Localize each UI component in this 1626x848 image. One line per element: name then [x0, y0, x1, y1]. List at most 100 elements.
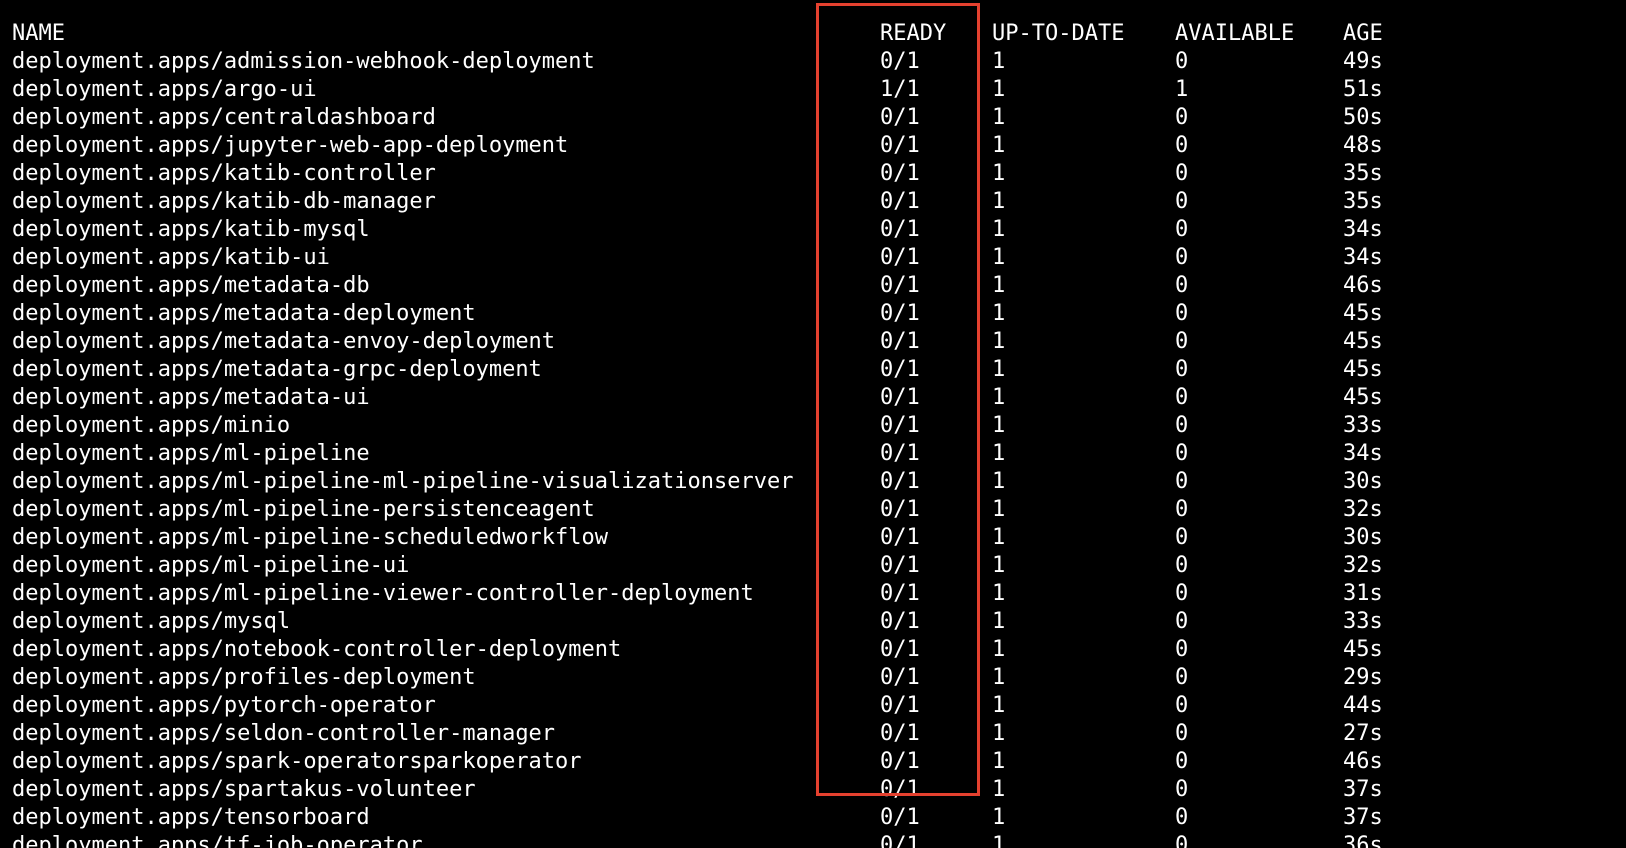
cell-ready: 0/1: [880, 749, 920, 774]
cell-up-to-date: 1: [992, 833, 1006, 848]
cell-ready: 0/1: [880, 441, 920, 466]
cell-ready: 0/1: [880, 357, 920, 382]
cell-up-to-date: 1: [992, 49, 1006, 74]
cell-age: 30s: [1343, 525, 1383, 550]
cell-ready: 0/1: [880, 609, 920, 634]
cell-up-to-date: 1: [992, 189, 1006, 214]
cell-ready: 0/1: [880, 497, 920, 522]
cell-name: deployment.apps/katib-controller: [12, 161, 436, 186]
cell-up-to-date: 1: [992, 77, 1006, 102]
cell-available: 0: [1175, 301, 1189, 326]
column-header-available: AVAILABLE: [1175, 21, 1295, 46]
cell-available: 0: [1175, 833, 1189, 848]
cell-available: 0: [1175, 133, 1189, 158]
cell-name: deployment.apps/seldon-controller-manage…: [12, 721, 556, 746]
cell-available: 0: [1175, 525, 1189, 550]
cell-available: 0: [1175, 105, 1189, 130]
cell-ready: 0/1: [880, 777, 920, 802]
cell-name: deployment.apps/tensorboard: [12, 805, 370, 830]
table-row: deployment.apps/ml-pipeline-persistencea…: [0, 496, 1626, 524]
cell-up-to-date: 1: [992, 609, 1006, 634]
cell-up-to-date: 1: [992, 665, 1006, 690]
cell-ready: 0/1: [880, 413, 920, 438]
cell-name: deployment.apps/profiles-deployment: [12, 665, 476, 690]
table-row: deployment.apps/seldon-controller-manage…: [0, 720, 1626, 748]
cell-age: 32s: [1343, 553, 1383, 578]
cell-name: deployment.apps/metadata-deployment: [12, 301, 476, 326]
table-row: deployment.apps/notebook-controller-depl…: [0, 636, 1626, 664]
cell-age: 35s: [1343, 189, 1383, 214]
cell-age: 49s: [1343, 49, 1383, 74]
cell-available: 1: [1175, 77, 1189, 102]
cell-name: deployment.apps/minio: [12, 413, 291, 438]
cell-ready: 0/1: [880, 385, 920, 410]
cell-age: 44s: [1343, 693, 1383, 718]
table-row: deployment.apps/argo-ui 1/1 1 1 51s: [0, 76, 1626, 104]
cell-ready: 0/1: [880, 329, 920, 354]
column-header-ready: READY: [880, 21, 947, 46]
cell-age: 32s: [1343, 497, 1383, 522]
table-row: deployment.apps/metadata-deployment 0/1 1 0…: [0, 300, 1626, 328]
cell-name: deployment.apps/jupyter-web-app-deployme…: [12, 133, 569, 158]
cell-up-to-date: 1: [992, 441, 1006, 466]
cell-up-to-date: 1: [992, 525, 1006, 550]
cell-available: 0: [1175, 609, 1189, 634]
table-row: deployment.apps/ml-pipeline 0/1 1 0 34s: [0, 440, 1626, 468]
table-row: deployment.apps/tf-job-operator 0/1 1 0 36s: [0, 832, 1626, 848]
cell-age: 35s: [1343, 161, 1383, 186]
cell-available: 0: [1175, 805, 1189, 830]
cell-ready: 0/1: [880, 301, 920, 326]
cell-age: 45s: [1343, 385, 1383, 410]
cell-available: 0: [1175, 721, 1189, 746]
cell-available: 0: [1175, 749, 1189, 774]
cell-name: deployment.apps/metadata-db: [12, 273, 370, 298]
cell-up-to-date: 1: [992, 385, 1006, 410]
cell-age: 45s: [1343, 637, 1383, 662]
cell-name: deployment.apps/notebook-controller-depl…: [12, 637, 622, 662]
cell-ready: 0/1: [880, 693, 920, 718]
cell-age: 27s: [1343, 721, 1383, 746]
table-row: deployment.apps/katib-controller 0/1 1 0 35s: [0, 160, 1626, 188]
cell-age: 34s: [1343, 217, 1383, 242]
cell-available: 0: [1175, 357, 1189, 382]
terminal-window[interactable]: NAME READY UP-TO-DATE AVAILABLE AGE depl…: [0, 0, 1626, 848]
cell-available: 0: [1175, 49, 1189, 74]
table-row: deployment.apps/metadata-ui 0/1 1 0 45s: [0, 384, 1626, 412]
cell-age: 45s: [1343, 301, 1383, 326]
cell-age: 34s: [1343, 245, 1383, 270]
table-row: deployment.apps/ml-pipeline-viewer-contr…: [0, 580, 1626, 608]
table-row: deployment.apps/ml-pipeline-ml-pipeline-…: [0, 468, 1626, 496]
cell-ready: 1/1: [880, 77, 920, 102]
table-row: deployment.apps/jupyter-web-app-deployme…: [0, 132, 1626, 160]
table-row: deployment.apps/spark-operatorsparkopera…: [0, 748, 1626, 776]
cell-up-to-date: 1: [992, 777, 1006, 802]
cell-available: 0: [1175, 161, 1189, 186]
cell-name: deployment.apps/ml-pipeline-ui: [12, 553, 410, 578]
table-row: deployment.apps/metadata-grpc-deployment…: [0, 356, 1626, 384]
cell-up-to-date: 1: [992, 469, 1006, 494]
cell-ready: 0/1: [880, 49, 920, 74]
cell-ready: 0/1: [880, 525, 920, 550]
cell-age: 33s: [1343, 413, 1383, 438]
cell-up-to-date: 1: [992, 637, 1006, 662]
cell-up-to-date: 1: [992, 161, 1006, 186]
cell-name: deployment.apps/ml-pipeline-persistencea…: [12, 497, 595, 522]
cell-available: 0: [1175, 581, 1189, 606]
cell-name: deployment.apps/metadata-envoy-deploymen…: [12, 329, 556, 354]
cell-name: deployment.apps/katib-db-manager: [12, 189, 436, 214]
cell-available: 0: [1175, 329, 1189, 354]
cell-available: 0: [1175, 777, 1189, 802]
cell-up-to-date: 1: [992, 749, 1006, 774]
cell-age: 36s: [1343, 833, 1383, 848]
cell-age: 34s: [1343, 441, 1383, 466]
table-row: deployment.apps/mysql 0/1 1 0 33s: [0, 608, 1626, 636]
table-row: deployment.apps/centraldashboard 0/1 1 0 50s: [0, 104, 1626, 132]
cell-up-to-date: 1: [992, 217, 1006, 242]
cell-ready: 0/1: [880, 665, 920, 690]
cell-name: deployment.apps/mysql: [12, 609, 291, 634]
cell-name: deployment.apps/ml-pipeline-ml-pipeline-…: [12, 469, 794, 494]
cell-up-to-date: 1: [992, 329, 1006, 354]
cell-up-to-date: 1: [992, 133, 1006, 158]
cell-available: 0: [1175, 469, 1189, 494]
cell-up-to-date: 1: [992, 581, 1006, 606]
